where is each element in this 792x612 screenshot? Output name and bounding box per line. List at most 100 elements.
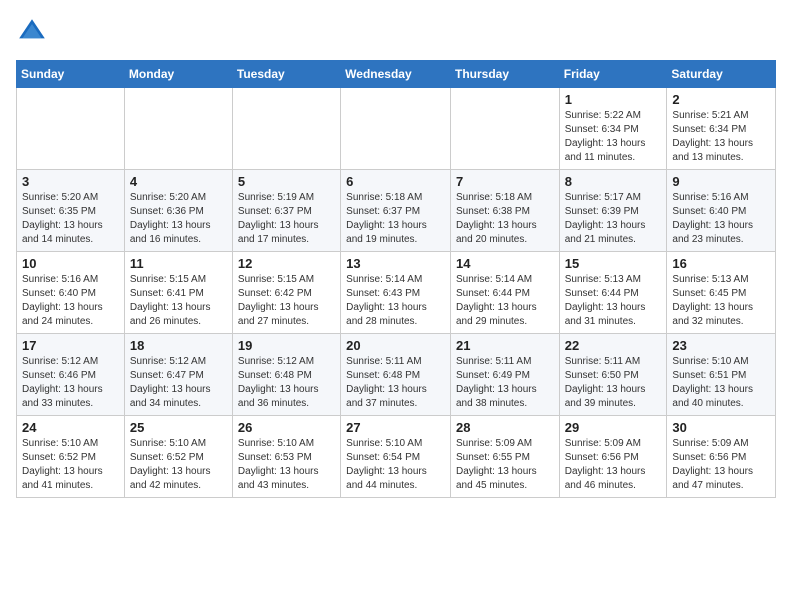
calendar-cell [17, 88, 125, 170]
calendar-cell: 20 Sunrise: 5:11 AMSunset: 6:48 PMDayligh… [341, 334, 451, 416]
weekday-header: Saturday [667, 61, 776, 88]
calendar-cell: 26Sunrise: 5:10 AMSunset: 6:53 PMDayligh… [232, 416, 340, 498]
day-number: 1 [565, 92, 662, 107]
calendar-cell: 28 Sunrise: 5:09 AMSunset: 6:55 PMDayligh… [450, 416, 559, 498]
day-number: 24 [22, 420, 119, 435]
day-number: 22 [565, 338, 662, 353]
day-number: 12 [238, 256, 335, 271]
calendar-week-row: 24 Sunrise: 5:10 AMSunset: 6:52 PMDayligh… [17, 416, 776, 498]
day-info: Sunrise: 5:16 AMSunset: 6:40 PMDaylight:… [672, 191, 770, 247]
logo-icon [16, 16, 48, 48]
weekday-header: Tuesday [232, 61, 340, 88]
day-number: 25 [130, 420, 227, 435]
weekday-header: Sunday [17, 61, 125, 88]
day-number: 3 [22, 174, 119, 189]
day-number: 14 [456, 256, 554, 271]
day-number: 15 [565, 256, 662, 271]
calendar-cell: 9 Sunrise: 5:16 AMSunset: 6:40 PMDaylight… [667, 170, 776, 252]
day-info: Sunrise: 5:10 AMSunset: 6:53 PMDaylight:… [238, 437, 335, 493]
day-info: Sunrise: 5:15 AMSunset: 6:41 PMDaylight:… [130, 273, 227, 329]
day-info: Sunrise: 5:11 AMSunset: 6:50 PMDaylight:… [565, 355, 662, 411]
day-info: Sunrise: 5:09 AMSunset: 6:56 PMDaylight:… [565, 437, 662, 493]
day-info: Sunrise: 5:22 AMSunset: 6:34 PMDaylight:… [565, 109, 662, 165]
calendar-cell: 16Sunrise: 5:13 AMSunset: 6:45 PMDayligh… [667, 252, 776, 334]
day-info: Sunrise: 5:10 AMSunset: 6:51 PMDaylight:… [672, 355, 770, 411]
day-number: 10 [22, 256, 119, 271]
calendar-cell [341, 88, 451, 170]
day-info: Sunrise: 5:21 AMSunset: 6:34 PMDaylight:… [672, 109, 770, 165]
calendar-cell: 3 Sunrise: 5:20 AMSunset: 6:35 PMDaylight… [17, 170, 125, 252]
calendar-header-row: SundayMondayTuesdayWednesdayThursdayFrid… [17, 61, 776, 88]
day-number: 18 [130, 338, 227, 353]
day-info: Sunrise: 5:13 AMSunset: 6:45 PMDaylight:… [672, 273, 770, 329]
day-number: 7 [456, 174, 554, 189]
calendar-table: SundayMondayTuesdayWednesdayThursdayFrid… [16, 60, 776, 498]
day-number: 21 [456, 338, 554, 353]
day-info: Sunrise: 5:10 AMSunset: 6:52 PMDaylight:… [22, 437, 119, 493]
weekday-header: Wednesday [341, 61, 451, 88]
day-info: Sunrise: 5:10 AMSunset: 6:52 PMDaylight:… [130, 437, 227, 493]
calendar-week-row: 10 Sunrise: 5:16 AMSunset: 6:40 PMDayligh… [17, 252, 776, 334]
logo [16, 16, 52, 48]
day-info: Sunrise: 5:11 AMSunset: 6:49 PMDaylight:… [456, 355, 554, 411]
day-info: Sunrise: 5:15 AMSunset: 6:42 PMDaylight:… [238, 273, 335, 329]
calendar-cell: 10 Sunrise: 5:16 AMSunset: 6:40 PMDayligh… [17, 252, 125, 334]
calendar-cell: 25 Sunrise: 5:10 AMSunset: 6:52 PMDayligh… [124, 416, 232, 498]
day-number: 29 [565, 420, 662, 435]
weekday-header: Monday [124, 61, 232, 88]
day-info: Sunrise: 5:11 AMSunset: 6:48 PMDaylight:… [346, 355, 445, 411]
calendar-cell: 14 Sunrise: 5:14 AMSunset: 6:44 PMDayligh… [450, 252, 559, 334]
day-info: Sunrise: 5:09 AMSunset: 6:55 PMDaylight:… [456, 437, 554, 493]
calendar-week-row: 1 Sunrise: 5:22 AMSunset: 6:34 PMDaylight… [17, 88, 776, 170]
calendar-cell: 13 Sunrise: 5:14 AMSunset: 6:43 PMDayligh… [341, 252, 451, 334]
day-info: Sunrise: 5:20 AMSunset: 6:36 PMDaylight:… [130, 191, 227, 247]
calendar-cell: 11Sunrise: 5:15 AMSunset: 6:41 PMDayligh… [124, 252, 232, 334]
day-info: Sunrise: 5:18 AMSunset: 6:38 PMDaylight:… [456, 191, 554, 247]
day-number: 2 [672, 92, 770, 107]
day-info: Sunrise: 5:13 AMSunset: 6:44 PMDaylight:… [565, 273, 662, 329]
day-number: 28 [456, 420, 554, 435]
calendar-cell: 4Sunrise: 5:20 AMSunset: 6:36 PMDaylight… [124, 170, 232, 252]
calendar-week-row: 17 Sunrise: 5:12 AMSunset: 6:46 PMDayligh… [17, 334, 776, 416]
calendar-cell: 17 Sunrise: 5:12 AMSunset: 6:46 PMDayligh… [17, 334, 125, 416]
day-info: Sunrise: 5:20 AMSunset: 6:35 PMDaylight:… [22, 191, 119, 247]
calendar-cell: 19 Sunrise: 5:12 AMSunset: 6:48 PMDayligh… [232, 334, 340, 416]
calendar-cell: 30 Sunrise: 5:09 AMSunset: 6:56 PMDayligh… [667, 416, 776, 498]
day-info: Sunrise: 5:09 AMSunset: 6:56 PMDaylight:… [672, 437, 770, 493]
day-number: 6 [346, 174, 445, 189]
calendar-cell: 22 Sunrise: 5:11 AMSunset: 6:50 PMDayligh… [559, 334, 667, 416]
calendar-cell: 12 Sunrise: 5:15 AMSunset: 6:42 PMDayligh… [232, 252, 340, 334]
day-number: 19 [238, 338, 335, 353]
calendar-cell: 23 Sunrise: 5:10 AMSunset: 6:51 PMDayligh… [667, 334, 776, 416]
day-number: 17 [22, 338, 119, 353]
day-info: Sunrise: 5:18 AMSunset: 6:37 PMDaylight:… [346, 191, 445, 247]
calendar-cell: 15 Sunrise: 5:13 AMSunset: 6:44 PMDayligh… [559, 252, 667, 334]
day-info: Sunrise: 5:12 AMSunset: 6:47 PMDaylight:… [130, 355, 227, 411]
calendar-cell: 29 Sunrise: 5:09 AMSunset: 6:56 PMDayligh… [559, 416, 667, 498]
calendar-cell: 8Sunrise: 5:17 AMSunset: 6:39 PMDaylight… [559, 170, 667, 252]
day-info: Sunrise: 5:14 AMSunset: 6:44 PMDaylight:… [456, 273, 554, 329]
page-header [16, 16, 776, 48]
day-number: 5 [238, 174, 335, 189]
calendar-cell [124, 88, 232, 170]
calendar-cell: 27 Sunrise: 5:10 AMSunset: 6:54 PMDayligh… [341, 416, 451, 498]
calendar-cell [232, 88, 340, 170]
day-info: Sunrise: 5:12 AMSunset: 6:48 PMDaylight:… [238, 355, 335, 411]
calendar-cell: 7 Sunrise: 5:18 AMSunset: 6:38 PMDaylight… [450, 170, 559, 252]
day-number: 13 [346, 256, 445, 271]
calendar-week-row: 3 Sunrise: 5:20 AMSunset: 6:35 PMDaylight… [17, 170, 776, 252]
calendar-cell: 1 Sunrise: 5:22 AMSunset: 6:34 PMDaylight… [559, 88, 667, 170]
day-info: Sunrise: 5:14 AMSunset: 6:43 PMDaylight:… [346, 273, 445, 329]
day-number: 30 [672, 420, 770, 435]
calendar-cell: 24 Sunrise: 5:10 AMSunset: 6:52 PMDayligh… [17, 416, 125, 498]
day-info: Sunrise: 5:10 AMSunset: 6:54 PMDaylight:… [346, 437, 445, 493]
day-number: 23 [672, 338, 770, 353]
day-info: Sunrise: 5:16 AMSunset: 6:40 PMDaylight:… [22, 273, 119, 329]
calendar-cell: 5Sunrise: 5:19 AMSunset: 6:37 PMDaylight… [232, 170, 340, 252]
calendar-cell: 6 Sunrise: 5:18 AMSunset: 6:37 PMDaylight… [341, 170, 451, 252]
calendar-cell [450, 88, 559, 170]
day-number: 27 [346, 420, 445, 435]
day-number: 9 [672, 174, 770, 189]
day-info: Sunrise: 5:12 AMSunset: 6:46 PMDaylight:… [22, 355, 119, 411]
day-number: 20 [346, 338, 445, 353]
